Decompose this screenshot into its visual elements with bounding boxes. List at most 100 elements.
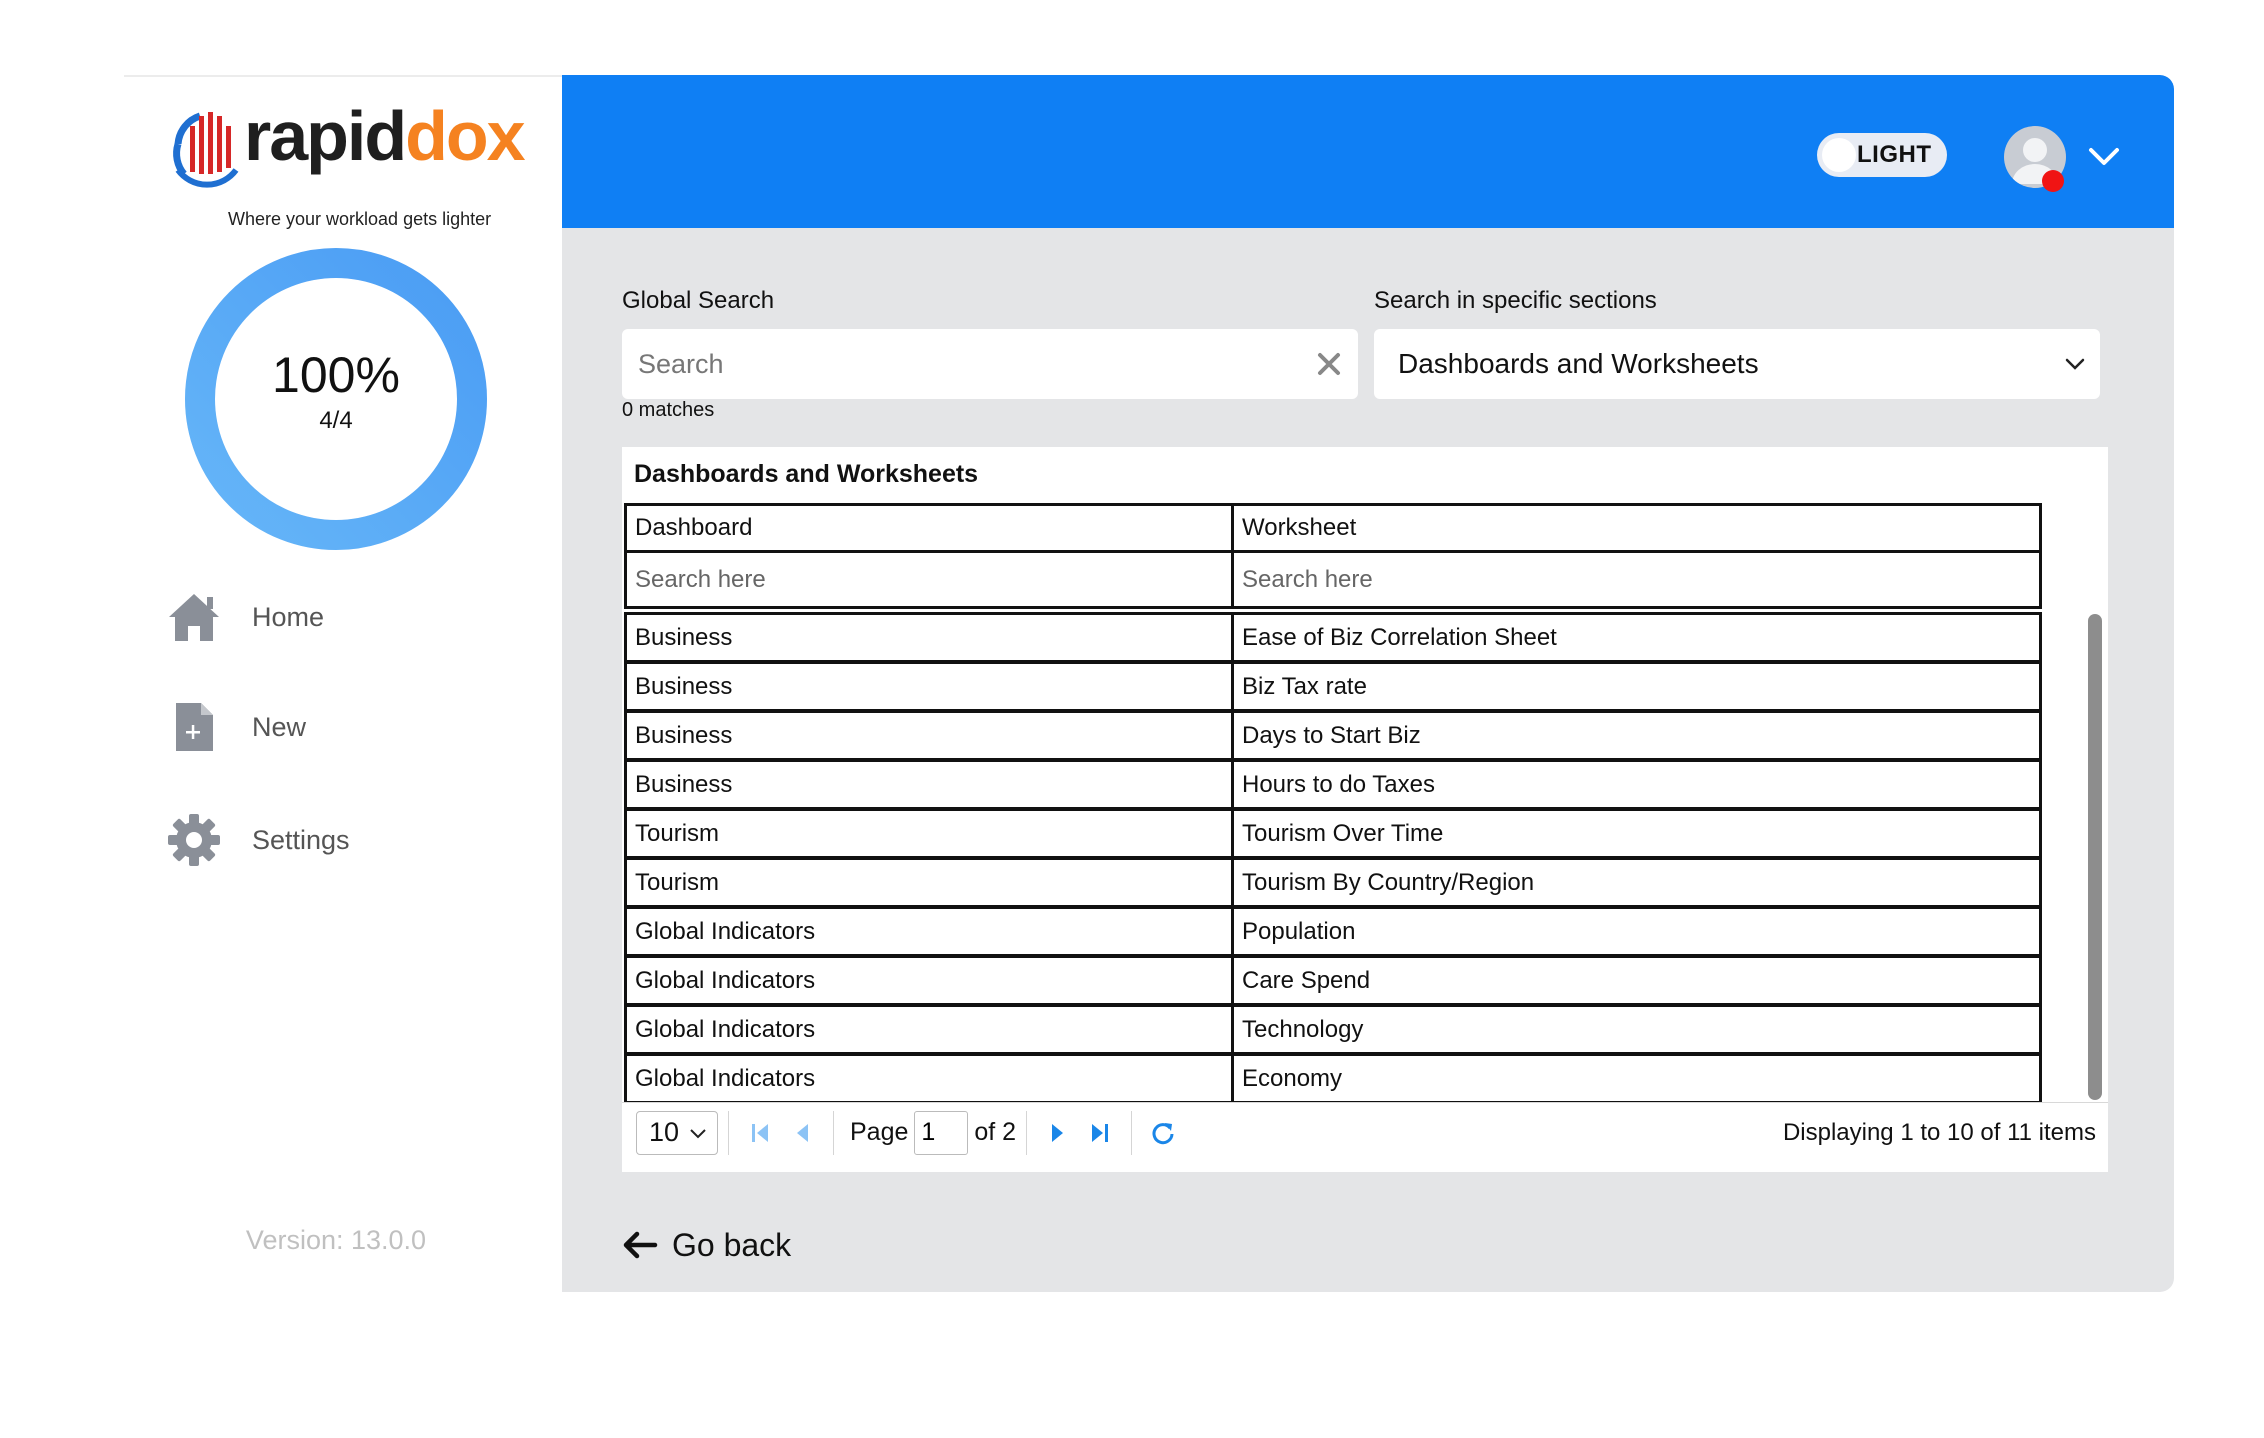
gear-icon [166,812,222,868]
sidebar: rapiddox Where your workload gets lighte… [124,75,562,1292]
go-back-label: Go back [672,1226,792,1263]
progress-fraction: 4/4 [319,407,353,434]
pager-separator [1026,1110,1028,1155]
arrow-left-icon [623,1231,658,1259]
pager-info: Displaying 1 to 10 of 11 items [1782,1118,2096,1146]
last-page-button[interactable] [1079,1111,1121,1155]
sidebar-item-new-label: New [252,711,307,742]
worksheet-cell: Hours to do Taxes [1231,759,2042,810]
table-row[interactable]: Business Hours to do Taxes [624,759,2042,810]
refresh-button[interactable] [1142,1111,1184,1155]
worksheet-cell: Care Spend [1231,955,2042,1006]
prev-page-icon [797,1123,808,1142]
theme-toggle[interactable]: LIGHT [1817,133,1947,177]
global-search-input[interactable] [622,329,1282,399]
dashboard-filter-input[interactable] [635,565,1231,594]
top-bar: LIGHT [562,75,2174,228]
pager-separator [833,1110,834,1155]
sidebar-item-new[interactable]: New [166,697,496,757]
first-page-icon [752,1123,768,1142]
table-row[interactable]: Tourism Tourism Over Time [624,808,2042,859]
search-matches-count: 0 matches [622,399,715,421]
chevron-down-icon[interactable] [2088,145,2120,169]
next-page-icon [1052,1123,1064,1142]
last-page-icon [1092,1123,1109,1142]
worksheet-cell: Biz Tax rate [1231,661,2042,712]
dashboard-cell: Business [624,612,1234,663]
global-search-box [622,329,1358,399]
page-total: of 2 [974,1118,1017,1146]
chevron-down-icon [690,1128,706,1138]
table-row[interactable]: Business Biz Tax rate [624,661,2042,712]
page-label: Page [850,1118,909,1146]
dashboard-cell: Tourism [624,857,1234,908]
notification-dot [2042,170,2064,192]
next-page-button[interactable] [1037,1111,1079,1155]
logo-tagline: Where your workload gets lighter [228,209,492,229]
pager-separator [728,1110,729,1155]
worksheet-cell: Economy [1231,1053,2042,1102]
global-search-label: Global Search [622,287,775,314]
grid-scrollbar-thumb[interactable] [2088,614,2102,1100]
table-row[interactable]: Global Indicators Population [624,906,2042,957]
table-row[interactable]: Global Indicators Care Spend [624,955,2042,1006]
clear-search-icon[interactable] [1314,349,1344,379]
section-select-value: Dashboards and Worksheets [1398,348,1759,379]
worksheet-cell: Population [1231,906,2042,957]
logo-mark-icon [173,112,239,188]
new-file-icon [166,699,222,755]
prev-page-button[interactable] [781,1111,823,1155]
dashboard-cell: Global Indicators [624,1004,1234,1055]
dashboards-grid: Dashboards and Worksheets Dashboard Work… [622,447,2108,1172]
column-header-worksheet[interactable]: Worksheet [1231,503,2042,553]
sidebar-item-home[interactable]: Home [166,587,496,647]
worksheet-cell: Tourism Over Time [1231,808,2042,859]
refresh-icon [1152,1122,1174,1144]
table-row[interactable]: Business Days to Start Biz [624,710,2042,761]
page-size-select[interactable]: 10 [636,1110,718,1155]
table-row[interactable]: Global Indicators Economy [624,1053,2042,1102]
dashboard-cell: Tourism [624,808,1234,859]
dashboard-cell: Global Indicators [624,1053,1234,1102]
dashboard-cell: Business [624,661,1234,712]
worksheet-cell: Days to Start Biz [1231,710,2042,761]
logo-word-main: rapid [244,97,407,175]
sidebar-item-settings[interactable]: Settings [166,810,496,870]
dashboard-cell: Global Indicators [624,906,1234,957]
version-text: Version: 13.0.0 [245,1225,427,1255]
grid-title: Dashboards and Worksheets [634,460,979,488]
filter-cell-worksheet [1231,553,2042,609]
column-header-dashboard[interactable]: Dashboard [624,503,1234,553]
section-select[interactable]: Dashboards and Worksheets [1374,329,2100,399]
dashboard-cell: Business [624,710,1234,761]
worksheet-cell: Ease of Biz Correlation Sheet [1231,612,2042,663]
sidebar-item-home-label: Home [252,601,325,632]
table-row[interactable]: Global Indicators Technology [624,1004,2042,1055]
grid-filter-row [624,553,2042,609]
table-row[interactable]: Business Ease of Biz Correlation Sheet [624,612,2042,663]
grid-header-row: Dashboard Worksheet [624,503,2042,553]
grid-pager: 10 Page of 2 [622,1102,2108,1162]
main-panel: LIGHT Global Search 0 matches Search in … [562,75,2174,1292]
home-icon [166,589,222,645]
first-page-button[interactable] [739,1111,781,1155]
page-size-value: 10 [649,1117,680,1147]
pager-separator [1131,1110,1133,1155]
theme-toggle-label: LIGHT [1857,141,1932,168]
page-number-input[interactable] [914,1110,969,1155]
logo-wordmark: rapiddox [244,96,526,176]
table-row[interactable]: Tourism Tourism By Country/Region [624,857,2042,908]
worksheet-filter-input[interactable] [1242,565,2039,594]
chevron-down-icon [2065,358,2085,370]
progress-percent: 100% [272,347,400,403]
go-back-button[interactable]: Go back [622,1223,791,1267]
progress-text: 100% 4/4 [184,347,488,435]
dashboard-cell: Business [624,759,1234,810]
rapiddox-logo[interactable]: rapiddox Where your workload gets lighte… [170,97,526,229]
dashboard-cell: Global Indicators [624,955,1234,1006]
grid-scrollbar[interactable] [2088,612,2102,1102]
logo-word-accent: dox [405,97,525,175]
sidebar-item-settings-label: Settings [252,824,350,855]
worksheet-cell: Tourism By Country/Region [1231,857,2042,908]
worksheet-cell: Technology [1231,1004,2042,1055]
